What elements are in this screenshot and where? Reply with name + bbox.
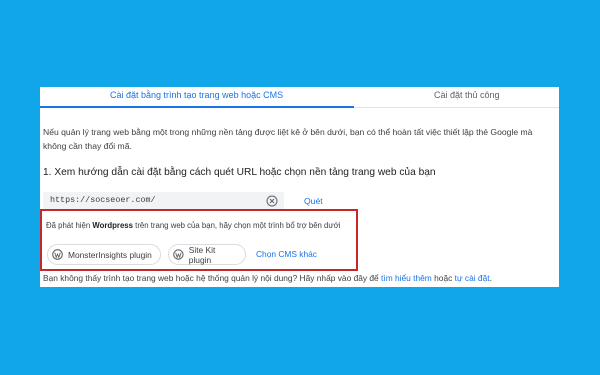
footer-lead: Bạn không thấy trình tạo trang web hoặc … bbox=[43, 273, 382, 283]
site-kit-plugin-label: Site Kit plugin bbox=[188, 244, 216, 265]
monsterinsights-plugin-chip[interactable]: MonsterInsights plugin bbox=[47, 244, 161, 265]
site-kit-plugin-chip[interactable]: Site Kit plugin bbox=[168, 244, 246, 265]
wordpress-icon bbox=[52, 249, 63, 260]
choose-other-cms-link[interactable]: Chọn CMS khác bbox=[256, 249, 317, 259]
scan-button[interactable]: Quét bbox=[304, 196, 323, 206]
url-input[interactable]: https://socseoer.com/ bbox=[43, 192, 284, 210]
active-tab-indicator bbox=[40, 106, 354, 108]
tab-bar: Cài đặt bằng trình tạo trang web hoặc CM… bbox=[40, 87, 559, 108]
tag-setup-panel: Cài đặt bằng trình tạo trang web hoặc CM… bbox=[40, 87, 559, 287]
self-install-link[interactable]: tự cài đặt bbox=[455, 273, 490, 283]
url-input-value: https://socseoer.com/ bbox=[50, 195, 156, 205]
detected-platform-box: Đã phát hiện Wordpress trên trang web củ… bbox=[40, 209, 358, 271]
tab-manual-install[interactable]: Cài đặt thủ công bbox=[434, 90, 500, 100]
footer-text: Bạn không thấy trình tạo trang web hoặc … bbox=[43, 273, 492, 283]
detected-platform-text: Đã phát hiện Wordpress trên trang web củ… bbox=[46, 221, 340, 230]
tab-cms-install[interactable]: Cài đặt bằng trình tạo trang web hoặc CM… bbox=[110, 90, 283, 100]
footer-end: . bbox=[489, 273, 492, 283]
detected-suffix: trên trang web của bạn, hãy chọn một trì… bbox=[132, 221, 341, 230]
step-title: 1. Xem hướng dẫn cài đặt bằng cách quét … bbox=[43, 167, 436, 178]
detected-prefix: Đã phát hiện bbox=[46, 221, 93, 230]
intro-text: Nếu quản lý trang web bằng một trong nhữ… bbox=[43, 127, 533, 151]
learn-more-link[interactable]: tìm hiểu thêm bbox=[381, 273, 432, 283]
monsterinsights-plugin-label: MonsterInsights plugin bbox=[68, 249, 152, 260]
close-circle-icon[interactable] bbox=[266, 195, 278, 207]
wordpress-icon bbox=[173, 249, 184, 260]
detected-platform-name: Wordpress bbox=[92, 221, 133, 230]
footer-middle: hoặc bbox=[431, 273, 455, 283]
